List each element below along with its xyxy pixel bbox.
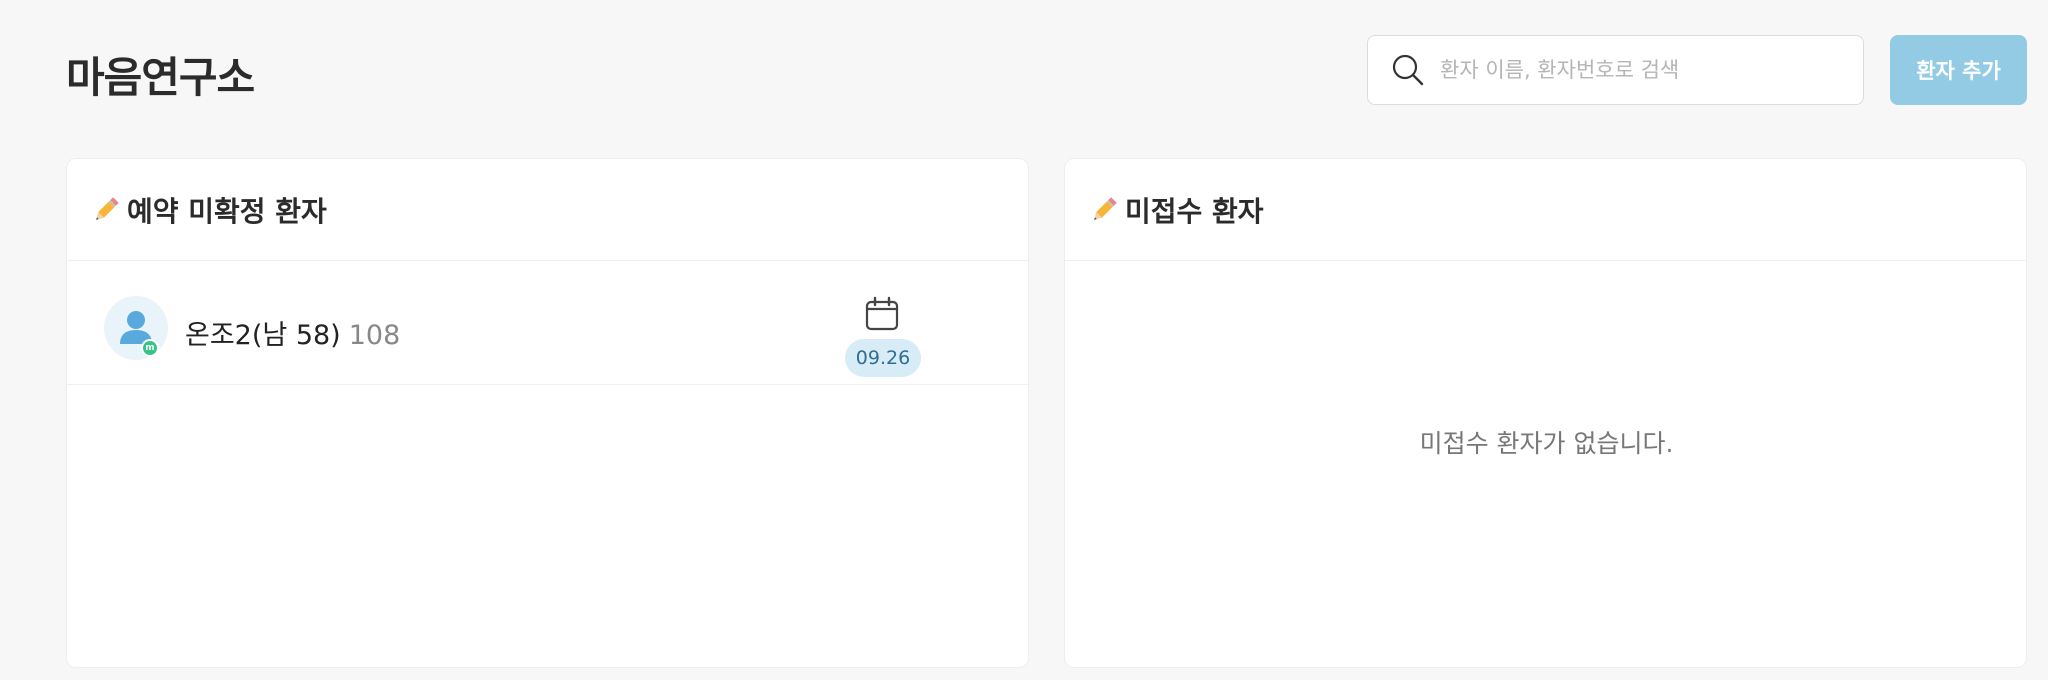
patient-name-text: 온조2(남 58) [185,320,341,351]
patient-number: 108 [348,320,401,351]
patient-name[interactable]: 온조2(남 58) 108 [185,313,400,352]
search-icon [1390,52,1426,88]
search-input[interactable] [1440,58,1840,82]
pencil-icon [91,195,121,225]
empty-state-message: 미접수 환자가 없습니다. [1419,429,1674,458]
search-box[interactable] [1367,35,1864,105]
appointment-date-badge[interactable]: 09.26 [845,339,921,377]
page-header: 마음연구소 환자 추가 [0,0,2048,150]
pencil-icon [1089,195,1119,225]
unconfirmed-patients-panel: 예약 미확정 환자 m 온조2(남 58) 108 09.26 [66,158,1029,668]
unpaid-patients-panel: 미접수 환자 미접수 환자가 없습니다. [1064,158,2027,668]
page-title: 마음연구소 [66,53,255,102]
panel-header: 예약 미확정 환자 [67,159,1028,261]
calendar-icon[interactable] [864,296,900,332]
panel-header: 미접수 환자 [1065,159,2026,261]
add-patient-button[interactable]: 환자 추가 [1890,35,2027,105]
patient-row[interactable]: m 온조2(남 58) 108 09.26 [67,261,1028,385]
member-badge: m [141,339,159,357]
panel-title: 미접수 환자 [1125,194,1264,228]
panel-title: 예약 미확정 환자 [127,194,327,228]
